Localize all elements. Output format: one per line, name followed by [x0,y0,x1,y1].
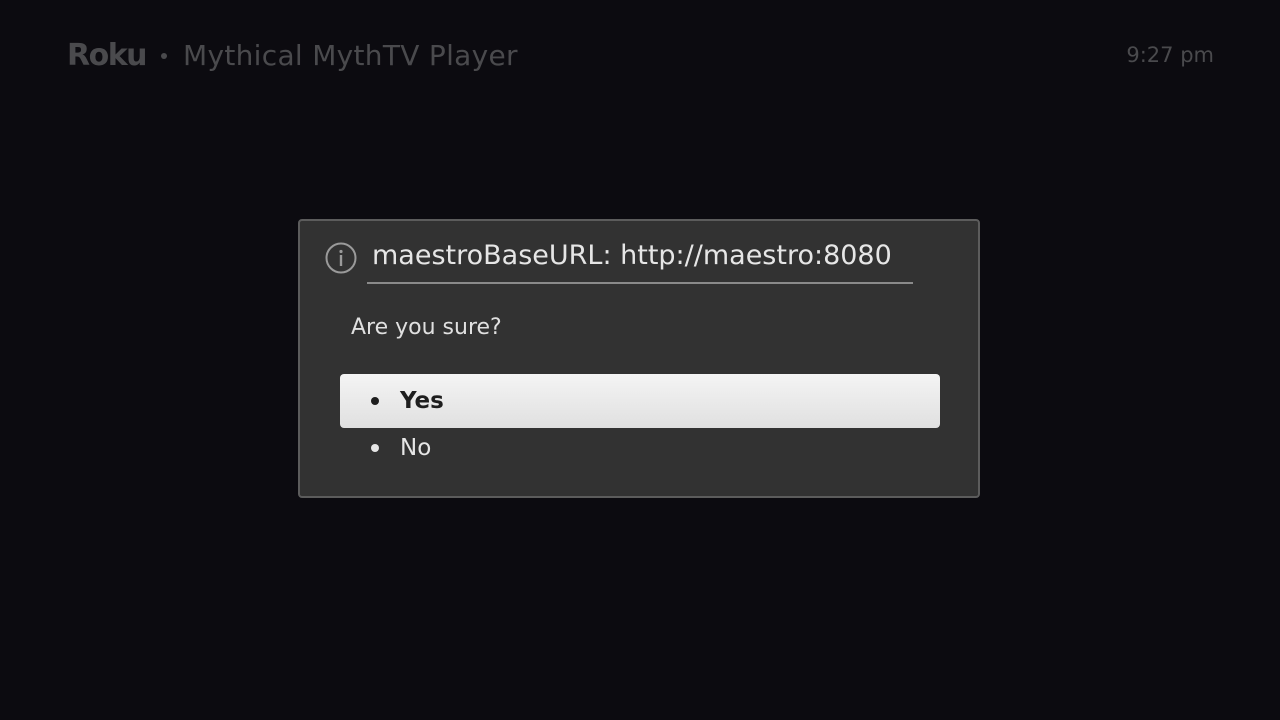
header-separator-dot [161,53,168,59]
bullet-icon [371,444,379,452]
title-underline [367,282,913,284]
header: Roku Mythical MythTV Player [67,36,518,76]
confirm-dialog: maestroBaseURL: http://maestro:8080 Are … [298,219,980,498]
app-title: Mythical MythTV Player [183,39,518,72]
option-list: Yes No [340,374,940,468]
option-yes[interactable]: Yes [340,374,940,428]
option-no[interactable]: No [340,428,940,468]
option-label: Yes [400,388,444,414]
dialog-message: Are you sure? [351,315,502,340]
bullet-icon [371,397,379,405]
dialog-title: maestroBaseURL: http://maestro:8080 [372,240,892,271]
screen: Roku Mythical MythTV Player 9:27 pm maes… [0,0,1280,720]
option-label: No [400,435,432,461]
roku-logo: Roku [67,38,148,73]
info-icon [325,242,357,274]
clock: 9:27 pm [1126,43,1214,67]
